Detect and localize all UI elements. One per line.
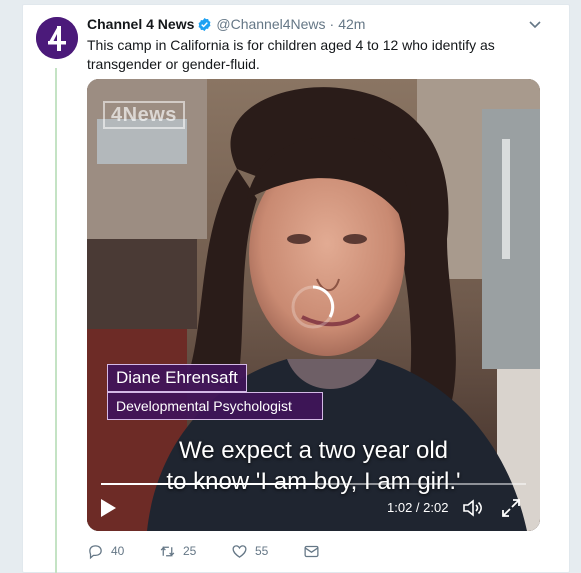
separator-dot: · [329,16,335,32]
display-name[interactable]: Channel 4 News [87,16,194,32]
tweet-timestamp[interactable]: 42m [338,16,365,32]
video-timecode: 1:02 / 2:02 [387,500,449,515]
speaker-title: Developmental Psychologist [107,392,323,420]
subtitle-line-2: to know 'I am boy, I am girl.' [166,468,461,495]
play-icon[interactable] [97,497,119,519]
envelope-icon [304,545,319,557]
retweet-button[interactable]: 25 [159,541,231,561]
avatar[interactable] [36,17,78,59]
progress-fill [101,483,317,485]
retweet-icon [160,545,175,557]
reply-count: 40 [111,544,125,558]
subtitle-line-1: We expect a two year old [178,437,449,464]
tweet-actions: 40 25 55 [87,541,320,561]
thread-line [55,68,57,573]
channel-watermark: 4News [103,101,185,129]
reply-icon [89,544,102,559]
channel-4-logo-icon [36,17,78,59]
reply-button[interactable]: 40 [87,541,159,561]
heart-icon [232,544,247,558]
direct-message-button[interactable] [303,541,320,561]
volume-icon[interactable] [462,497,484,519]
user-handle[interactable]: @Channel4News [216,16,325,32]
loading-spinner-icon [285,279,341,335]
tweet-text: This camp in California is for children … [87,37,495,72]
verified-badge-icon [197,17,212,32]
lower-third-caption: Diane Ehrensaft Developmental Psychologi… [107,364,323,420]
progress-bar[interactable] [101,483,526,485]
chevron-down-icon[interactable] [527,16,543,32]
speaker-name: Diane Ehrensaft [107,364,247,392]
like-button[interactable]: 55 [231,541,303,561]
retweet-count: 25 [183,544,197,558]
video-player[interactable]: 4News Diane Ehrensaft Developmental Psyc… [87,79,540,531]
fullscreen-icon[interactable] [500,497,522,519]
tweet-header: Channel 4 News @Channel4News · 42m [87,15,365,33]
like-count: 55 [255,544,269,558]
